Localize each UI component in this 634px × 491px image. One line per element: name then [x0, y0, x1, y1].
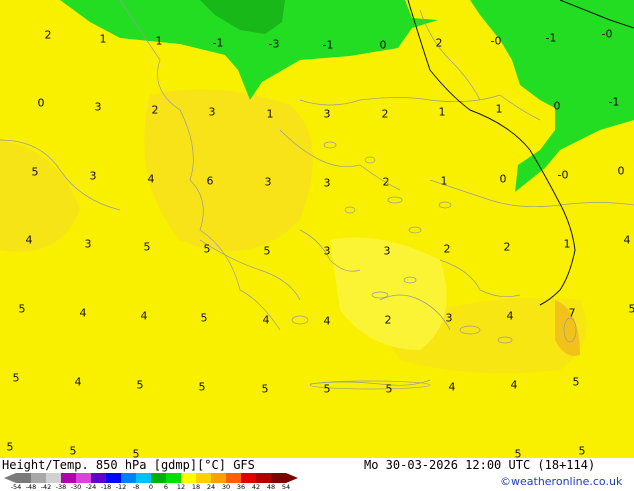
- temperature-label: 5: [264, 245, 271, 258]
- temperature-label: 5: [629, 303, 634, 316]
- temperature-label: 5: [573, 376, 580, 389]
- legend-swatch: [151, 473, 166, 483]
- legend-swatch: [61, 473, 76, 483]
- legend-swatch: [256, 473, 271, 483]
- temperature-label: 0: [618, 165, 625, 178]
- temperature-label: 3: [85, 238, 92, 251]
- temperature-label: 0: [38, 97, 45, 110]
- temperature-label: 4: [75, 376, 82, 389]
- temperature-label: 6: [207, 175, 214, 188]
- temperature-label: 3: [265, 176, 272, 189]
- temperature-label: 0: [554, 100, 561, 113]
- legend-swatch: [31, 473, 46, 483]
- temperature-label: 4: [511, 379, 518, 392]
- legend-swatch: [241, 473, 256, 483]
- legend-swatch: [226, 473, 241, 483]
- footer: Height/Temp. 850 hPa [gdmp][°C] GFS Mo 3…: [0, 458, 634, 490]
- temperature-label: -0: [558, 169, 569, 182]
- temperature-label: -3: [269, 38, 280, 51]
- temperature-label: 7: [569, 307, 576, 320]
- legend-swatch: [271, 473, 286, 483]
- temperature-label: 3: [324, 177, 331, 190]
- temperature-label: -1: [213, 37, 224, 50]
- temperature-label: 3: [446, 312, 453, 325]
- legend-swatch: [76, 473, 91, 483]
- temperature-label: 4: [26, 234, 33, 247]
- legend-swatch: [121, 473, 136, 483]
- temperature-label: 1: [441, 175, 448, 188]
- temperature-label: -1: [609, 96, 620, 109]
- temperature-label: 1: [156, 35, 163, 48]
- temperature-label: 5: [7, 441, 14, 454]
- credit-link[interactable]: ©weatheronline.co.uk: [500, 475, 622, 488]
- temperature-label: 5: [70, 445, 77, 458]
- legend-swatch: [211, 473, 226, 483]
- legend-arrow-left: [4, 473, 16, 483]
- temperature-label: 2: [444, 243, 451, 256]
- temperature-label: 0: [380, 39, 387, 52]
- temperature-label: 5: [32, 166, 39, 179]
- temperature-label: 4: [148, 173, 155, 186]
- temperature-label: -1: [323, 39, 334, 52]
- temperature-label: 4: [624, 234, 631, 247]
- temperature-label: 5: [199, 381, 206, 394]
- temperature-label: 2: [504, 241, 511, 254]
- temperature-label: 2: [382, 108, 389, 121]
- temperature-label: 1: [267, 108, 274, 121]
- temperature-label: 2: [385, 314, 392, 327]
- legend-swatch: [136, 473, 151, 483]
- temperature-label: 4: [449, 381, 456, 394]
- temperature-label: 5: [144, 241, 151, 254]
- temperature-label: 5: [386, 383, 393, 396]
- temperature-label: 3: [95, 101, 102, 114]
- temperature-label: 4: [141, 310, 148, 323]
- temperature-label: 3: [324, 245, 331, 258]
- temperature-label: 5: [201, 312, 208, 325]
- temperature-label: 3: [324, 108, 331, 121]
- legend-swatch: [91, 473, 106, 483]
- temperature-label: 2: [436, 37, 443, 50]
- legend-swatch: [16, 473, 31, 483]
- temperature-label: 5: [324, 383, 331, 396]
- temperature-label: 4: [324, 315, 331, 328]
- legend-swatch: [196, 473, 211, 483]
- temperature-label: 5: [19, 303, 26, 316]
- temperature-label: 1: [100, 33, 107, 46]
- temperature-label: 1: [439, 106, 446, 119]
- temperature-label: 3: [90, 170, 97, 183]
- temperature-label: 5: [204, 243, 211, 256]
- legend-swatch: [106, 473, 121, 483]
- temperature-label: 5: [133, 448, 140, 459]
- legend-swatch: [166, 473, 181, 483]
- temperature-label: 5: [13, 372, 20, 385]
- temperature-label: 4: [80, 307, 87, 320]
- temperature-label: 5: [579, 445, 586, 458]
- temperature-label: 3: [209, 106, 216, 119]
- temperature-label: 0: [500, 173, 507, 186]
- temperature-label: 2: [45, 29, 52, 42]
- weather-map: 2 1 1 -1 -3 -1 0 2 -0 -1 -0 0 3 2 3 1 3 2 1 1 0 -1 5 3 4 6 3 3 2 1 0 -0…: [0, 0, 634, 458]
- temperature-label: -0: [491, 35, 502, 48]
- temperature-label: 1: [496, 103, 503, 116]
- temperature-label: 3: [384, 245, 391, 258]
- temperature-label: 4: [263, 314, 270, 327]
- temperature-label: -1: [546, 32, 557, 45]
- map-datetime: Mo 30-03-2026 12:00 UTC (18+114): [364, 458, 595, 472]
- legend-swatch: [181, 473, 196, 483]
- legend-arrow-right: [286, 473, 298, 483]
- temperature-label: -0: [602, 28, 613, 41]
- temperature-label: 2: [383, 176, 390, 189]
- temperature-label: 2: [152, 104, 159, 117]
- temperature-label: 5: [515, 448, 522, 459]
- temperature-label: 5: [262, 383, 269, 396]
- map-canvas: [0, 0, 634, 458]
- temperature-label: 5: [137, 379, 144, 392]
- map-title: Height/Temp. 850 hPa [gdmp][°C] GFS: [2, 458, 255, 472]
- temperature-label: 4: [507, 310, 514, 323]
- legend-swatch: [46, 473, 61, 483]
- temperature-label: 1: [564, 238, 571, 251]
